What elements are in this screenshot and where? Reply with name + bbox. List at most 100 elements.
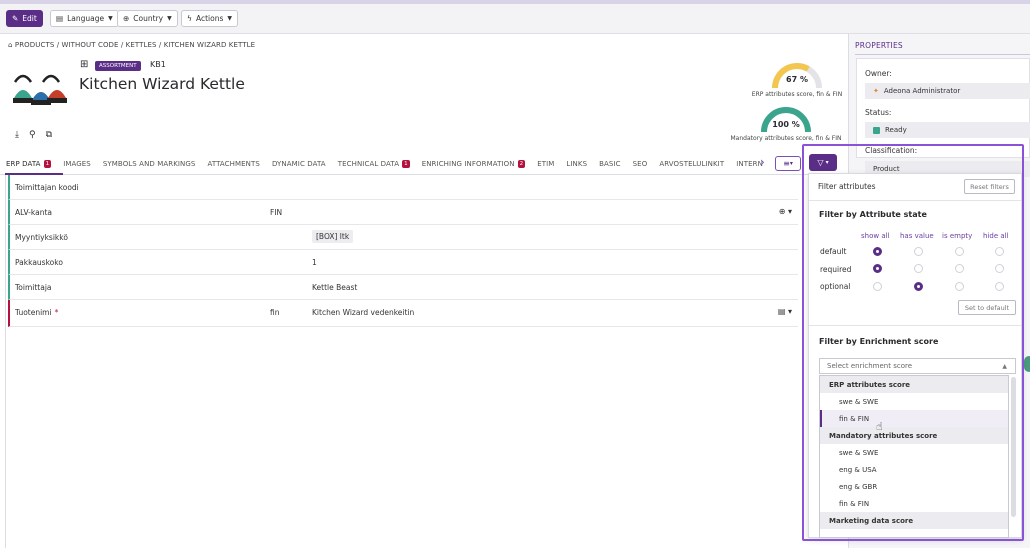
product-image — [13, 74, 67, 105]
mandatory-score-value: 100 % — [772, 120, 800, 129]
breadcrumb[interactable]: ⌂ PRODUCTS / WITHOUT CODE / KETTLES / KI… — [8, 41, 255, 49]
attribute-value[interactable]: Kettle Beast — [312, 283, 357, 292]
lightning-icon: ϟ — [187, 14, 192, 23]
globe-dropdown-icon[interactable]: ⊕ ▾ — [779, 207, 792, 216]
tab-label: ATTACHMENTS — [207, 159, 260, 168]
erp-score-gauge: 67 % ERP attributes score, fin & FIN — [738, 58, 856, 102]
attribute-label: Myyntiyksikkö — [15, 233, 68, 242]
tab-seo[interactable]: SEO — [627, 160, 654, 168]
attribute-value[interactable]: [BOX] ltk — [312, 230, 354, 243]
attribute-row: Myyntiyksikkö [BOX] ltk — [8, 225, 798, 250]
language-icon: ▤ — [56, 14, 64, 23]
chevron-down-icon: ▼ — [167, 15, 172, 22]
home-icon[interactable]: ⌂ — [8, 41, 13, 49]
status-indicator — [1024, 356, 1030, 372]
actions-label: Actions — [195, 14, 224, 23]
erp-score-arc — [772, 63, 822, 89]
tab-erp-data[interactable]: ERP DATA 1 — [0, 159, 57, 168]
grid-icon: ⊞ — [80, 59, 89, 70]
chevron-down-icon: ▼ — [227, 15, 232, 22]
language-label: Language — [67, 14, 105, 23]
tab-arvostelulinkit[interactable]: ARVOSTELULINKIT — [653, 160, 730, 168]
tab-count-badge: 2 — [517, 159, 526, 168]
column-menu-button[interactable]: ≡ ▾ — [775, 156, 801, 171]
edit-label: Edit — [22, 14, 37, 23]
attribute-label-text: Tuotenimi — [15, 308, 52, 317]
open-external-icon[interactable]: ⧉ — [46, 130, 52, 140]
mandatory-score-gauge: 100 % Mandatory attributes score, fin & … — [724, 104, 848, 144]
tab-label: ENRICHING INFORMATION — [421, 159, 515, 168]
globe-icon: ⊕ — [123, 14, 130, 23]
pencil-icon: ✎ — [12, 14, 19, 23]
tab-label: SEO — [632, 159, 648, 168]
tab-bar: ERP DATA 1 IMAGES SYMBOLS AND MARKINGS ATTAC… — [0, 153, 810, 175]
attribute-table: Toimittajan koodi ALV-kanta FIN ⊕ ▾ Myyn… — [8, 175, 798, 327]
edit-button[interactable]: ✎ Edit — [6, 10, 43, 27]
tab-label: INTERN — [736, 159, 763, 168]
attribute-row: Toimittaja Kettle Beast — [8, 275, 798, 300]
tab-dynamic-data[interactable]: DYNAMIC DATA — [266, 160, 332, 168]
country-label: Country — [133, 14, 164, 23]
mandatory-score-label: Mandatory attributes score, fin & FIN — [730, 135, 842, 142]
tab-label: BASIC — [599, 159, 621, 168]
attribute-label: Toimittajan koodi — [15, 183, 79, 192]
attribute-row: ALV-kanta FIN ⊕ ▾ — [8, 200, 798, 225]
country-button[interactable]: ⊕ Country ▼ — [117, 10, 178, 27]
tab-count-badge: 1 — [402, 159, 410, 168]
list-icon: ≡ — [783, 159, 790, 168]
tab-links[interactable]: LINKS — [560, 160, 593, 168]
owner-label: Owner: — [865, 69, 892, 78]
required-marker: * — [54, 308, 59, 317]
mandatory-score-arc — [761, 107, 811, 133]
tab-label: ERP DATA — [6, 159, 41, 168]
top-strip — [0, 0, 1030, 4]
attribute-value[interactable]: Kitchen Wizard vedenkeitin — [312, 308, 414, 317]
erp-score-value: 67 % — [786, 75, 808, 84]
breadcrumb-path[interactable]: PRODUCTS / WITHOUT CODE / KETTLES / KITC… — [15, 41, 255, 49]
tab-enriching-information[interactable]: ENRICHING INFORMATION 2 — [416, 159, 531, 168]
tab-label: IMAGES — [63, 159, 91, 168]
download-icon[interactable]: ⤓ — [15, 130, 19, 140]
tab-label: ETIM — [537, 159, 555, 168]
status-value: Ready — [885, 126, 907, 134]
language-dropdown-icon[interactable]: ▤ ▾ — [778, 307, 792, 316]
tab-symbols-and-markings[interactable]: SYMBOLS AND MARKINGS — [97, 160, 202, 168]
chevron-right-icon[interactable]: › — [760, 155, 765, 169]
owner-avatar-icon: ✦ — [873, 87, 879, 95]
product-code: KB1 — [150, 60, 166, 69]
status-color-icon — [873, 126, 880, 134]
tab-technical-data[interactable]: TECHNICAL DATA 1 — [332, 159, 416, 168]
tab-label: LINKS — [566, 159, 588, 168]
content-divider — [5, 175, 6, 548]
tab-etim[interactable]: ETIM — [531, 160, 560, 168]
tab-count-badge: 1 — [43, 159, 52, 168]
attribute-row: Toimittajan koodi — [8, 175, 798, 200]
attribute-row: Tuotenimi * fin Kitchen Wizard vedenkeiti… — [8, 300, 798, 327]
attribute-language: fin — [270, 308, 280, 317]
status-field[interactable]: Ready — [865, 122, 1030, 138]
tab-basic[interactable]: BASIC — [593, 160, 627, 168]
tab-label: SYMBOLS AND MARKINGS — [102, 159, 196, 168]
page-title: Kitchen Wizard Kettle — [79, 75, 245, 93]
chevron-down-icon: ▼ — [108, 15, 113, 22]
attribute-label: ALV-kanta — [15, 208, 52, 217]
tab-images[interactable]: IMAGES — [57, 160, 97, 168]
properties-divider — [855, 54, 1030, 55]
attribute-label: Tuotenimi * — [15, 308, 58, 317]
tab-label: TECHNICAL DATA — [337, 159, 400, 168]
owner-field[interactable]: ✦ Adeona Administrator — [865, 83, 1030, 99]
chevron-down-icon: ▾ — [789, 160, 793, 167]
attribute-label: Pakkauskoko — [15, 258, 63, 267]
tab-label: DYNAMIC DATA — [271, 159, 326, 168]
tab-attachments[interactable]: ATTACHMENTS — [201, 160, 265, 168]
status-label: Status: — [865, 108, 892, 117]
image-tools: ⤓ ⚲ ⧉ — [15, 130, 52, 140]
actions-button[interactable]: ϟ Actions ▼ — [181, 10, 238, 27]
erp-score-label: ERP attributes score, fin & FIN — [751, 91, 843, 98]
attribute-label: Toimittaja — [15, 283, 52, 292]
attribute-value[interactable]: 1 — [312, 258, 317, 267]
language-button[interactable]: ▤ Language ▼ — [50, 10, 119, 27]
zoom-icon[interactable]: ⚲ — [29, 130, 36, 140]
highlight-frame — [802, 144, 1024, 541]
properties-title: PROPERTIES — [855, 41, 903, 50]
